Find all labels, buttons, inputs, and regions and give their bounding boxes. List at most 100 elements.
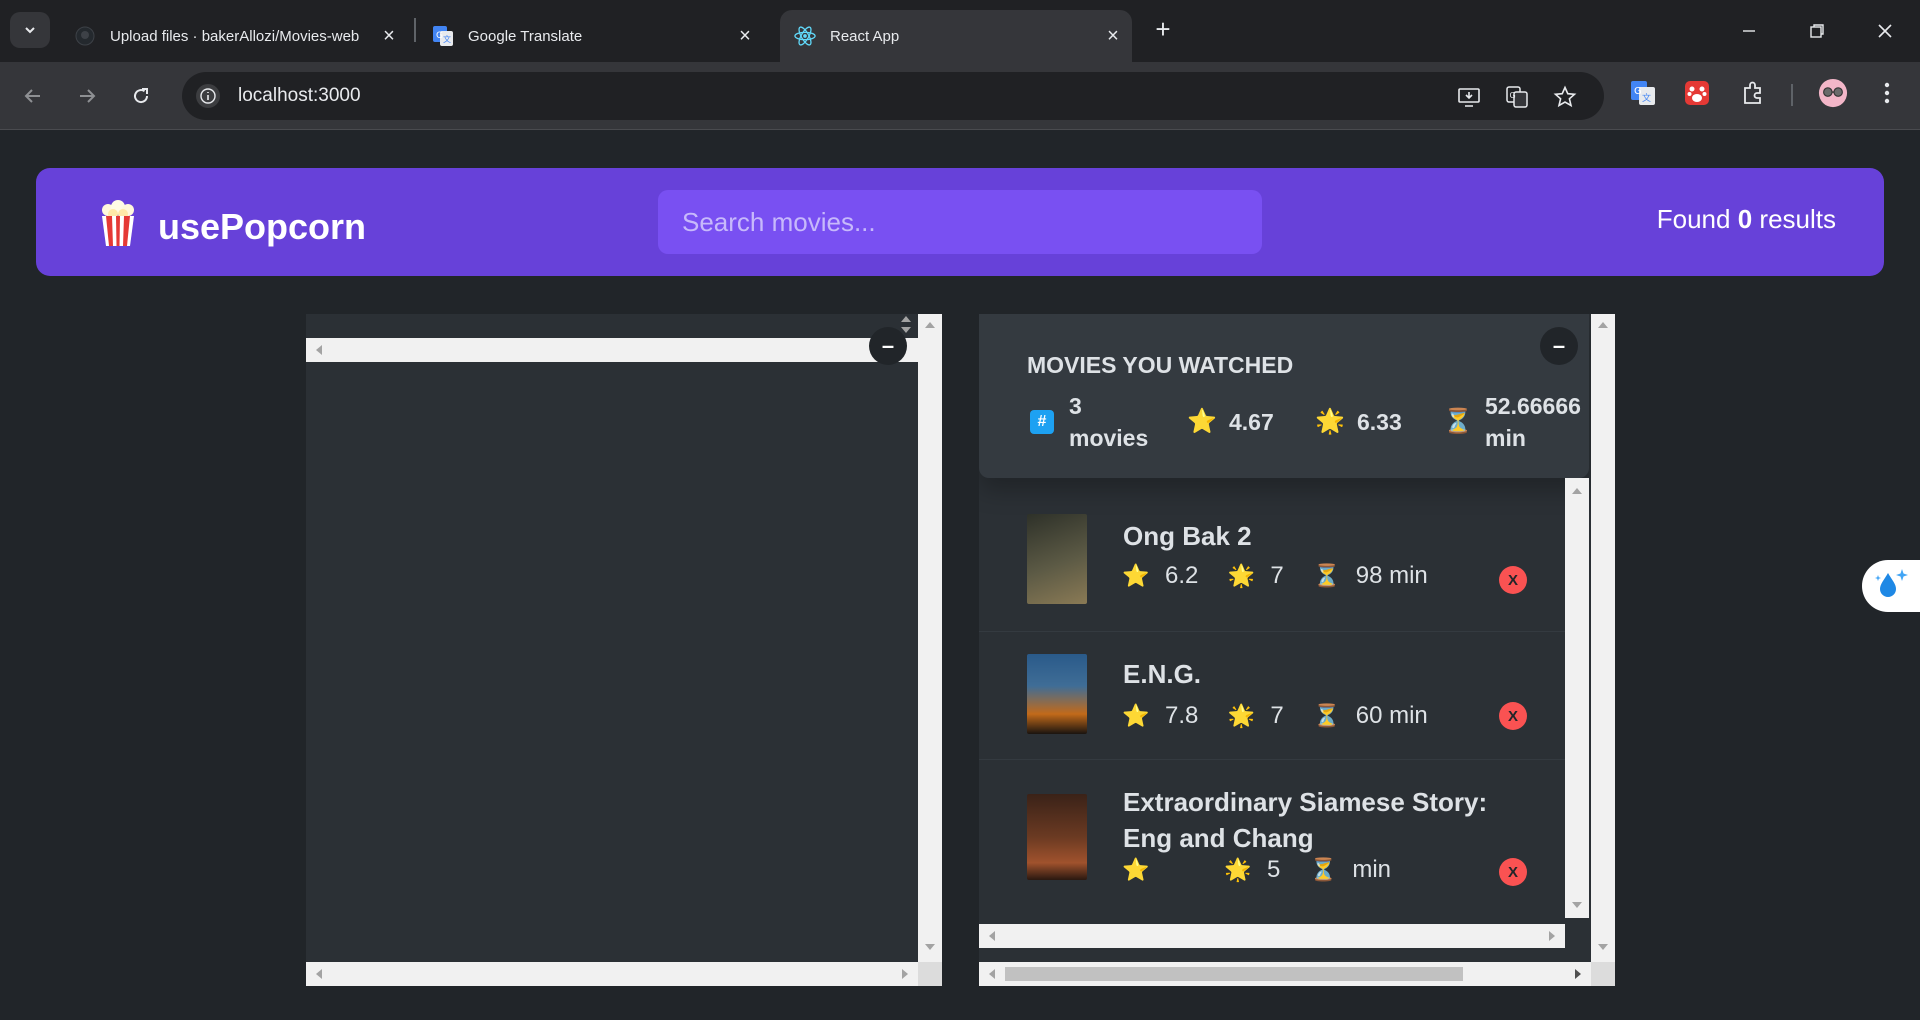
scroll-right-icon[interactable]: [1549, 931, 1555, 941]
movie-runtime: ⏳ 98 min: [1313, 562, 1428, 590]
summary-imdb-rating: ⭐ 4.67: [1187, 406, 1274, 438]
summary-user-rating: 🌟 6.33: [1315, 406, 1402, 438]
avg-runtime: 52.66666: [1485, 393, 1581, 419]
avg-user-rating: 6.33: [1357, 409, 1402, 435]
scrollbar-corner: [918, 962, 942, 986]
horizontal-scrollbar[interactable]: [979, 962, 1591, 986]
scroll-up-icon[interactable]: [901, 316, 911, 322]
tab-title: Google Translate: [468, 27, 583, 45]
sun-icon: 🌟: [1315, 408, 1345, 435]
scrollbar-corner: [1591, 962, 1615, 986]
toggle-collapse-button[interactable]: –: [1540, 327, 1578, 365]
svg-text:文: 文: [1642, 92, 1651, 104]
movie-user-rating: 🌟 7: [1228, 562, 1284, 590]
results-prefix: Found: [1656, 204, 1731, 234]
search-results-box[interactable]: –: [306, 314, 942, 986]
close-icon[interactable]: ×: [734, 25, 756, 47]
tab-upload-files[interactable]: Upload files · bakerAllozi/Movies-web ×: [72, 10, 408, 62]
scroll-left-icon[interactable]: [989, 931, 995, 941]
vertical-scrollbar[interactable]: [1591, 314, 1615, 962]
scroll-right-icon[interactable]: [902, 969, 908, 979]
user-rating-value: 7: [1270, 702, 1284, 729]
scroll-down-icon[interactable]: [925, 944, 935, 950]
paw-extension-icon[interactable]: [1682, 78, 1712, 108]
profile-avatar-icon[interactable]: [1818, 78, 1848, 108]
watched-summary: MOVIES YOU WATCHED # 3 movies ⭐ 4.67 🌟 6…: [979, 314, 1589, 478]
scroll-left-icon[interactable]: [316, 969, 322, 979]
runtime-unit: min: [1485, 425, 1526, 451]
extensions-puzzle-icon[interactable]: [1738, 78, 1768, 108]
tab-react-app[interactable]: React App ×: [780, 10, 1132, 62]
new-tab-button[interactable]: +: [1148, 14, 1178, 44]
movie-imdb-rating: ⭐ 6.2: [1122, 562, 1198, 590]
bookmark-star-icon[interactable]: [1552, 84, 1578, 110]
horizontal-scrollbar[interactable]: [306, 962, 918, 986]
imdb-rating-value: 7.8: [1165, 702, 1199, 729]
scroll-up-icon[interactable]: [925, 322, 935, 328]
movie-user-rating: 🌟 5: [1224, 856, 1281, 884]
star-icon: ⭐: [1187, 408, 1217, 435]
watched-box[interactable]: MOVIES YOU WATCHED # 3 movies ⭐ 4.67 🌟 6…: [979, 314, 1615, 986]
tab-google-translate[interactable]: G文 Google Translate ×: [432, 10, 764, 62]
scroll-right-icon[interactable]: [1575, 969, 1581, 979]
horizontal-scrollbar[interactable]: [306, 338, 918, 362]
reload-icon[interactable]: [124, 79, 158, 113]
close-window-icon[interactable]: [1870, 16, 1900, 46]
scroll-down-icon[interactable]: [1598, 944, 1608, 950]
translate-page-icon[interactable]: G: [1504, 84, 1530, 110]
movie-imdb-rating: ⭐ 7.8: [1122, 702, 1199, 730]
scrollbar-thumb[interactable]: [1005, 967, 1463, 981]
scroll-left-icon[interactable]: [316, 345, 322, 355]
hourglass-icon: ⏳: [1443, 408, 1473, 435]
address-bar[interactable]: localhost:3000 G: [182, 72, 1604, 120]
scroll-up-icon[interactable]: [1572, 488, 1582, 494]
movie-poster: [1027, 514, 1087, 604]
close-icon[interactable]: ×: [378, 25, 400, 47]
search-input[interactable]: [658, 190, 1262, 254]
svg-text:G: G: [1510, 91, 1516, 100]
movies-count-label: movies: [1069, 425, 1149, 451]
watched-list: Ong Bak 2 ⭐ 6.2 🌟 7 ⏳ 98 min X E.N.G. ⭐ 7.8 …: [979, 478, 1565, 918]
svg-text:G: G: [436, 31, 443, 41]
movie-stats: ⭐ 6.2 🌟 7 ⏳ 98 min: [1122, 562, 1458, 590]
tab-search-button[interactable]: [10, 12, 50, 48]
movie-title: Ong Bak 2: [1123, 521, 1252, 551]
more-menu-icon[interactable]: [1872, 78, 1902, 108]
summary-heading: MOVIES YOU WATCHED: [1027, 352, 1294, 378]
water-drop-sparkle-icon: [1874, 567, 1910, 606]
site-info-icon[interactable]: [196, 84, 220, 108]
list-item[interactable]: Extraordinary Siamese Story: Eng and Cha…: [979, 760, 1565, 918]
delete-movie-button[interactable]: X: [1499, 702, 1527, 730]
toggle-collapse-button[interactable]: –: [869, 327, 907, 365]
scroll-down-icon[interactable]: [901, 327, 911, 333]
close-icon[interactable]: ×: [1102, 25, 1124, 47]
delete-movie-button[interactable]: X: [1499, 566, 1527, 594]
delete-movie-button[interactable]: X: [1499, 858, 1527, 886]
results-count: Found 0 results: [1657, 204, 1836, 235]
chevron-down-icon: [25, 27, 35, 34]
floating-extension-button[interactable]: [1862, 560, 1920, 612]
user-rating-value: 7: [1270, 562, 1284, 589]
list-vertical-scrollbar[interactable]: [1565, 478, 1589, 918]
google-translate-icon: G文: [432, 25, 454, 47]
svg-text:G: G: [1634, 86, 1642, 97]
movie-title: Extraordinary Siamese Story: Eng and Cha…: [1123, 787, 1488, 853]
scroll-down-icon[interactable]: [1572, 902, 1582, 908]
install-app-icon[interactable]: [1456, 84, 1482, 110]
list-item[interactable]: E.N.G. ⭐ 7.8 🌟 7 ⏳ 60 min X: [979, 632, 1565, 760]
user-rating-value: 5: [1267, 856, 1281, 883]
back-icon[interactable]: [16, 79, 50, 113]
vertical-scrollbar[interactable]: [918, 314, 942, 962]
react-icon: [794, 25, 816, 47]
list-horizontal-scrollbar[interactable]: [979, 924, 1565, 948]
restore-icon[interactable]: [1802, 16, 1832, 46]
google-translate-extension-icon[interactable]: G文: [1628, 78, 1658, 108]
scroll-up-icon[interactable]: [1598, 322, 1608, 328]
hourglass-icon: ⏳: [1313, 703, 1341, 728]
movie-runtime: ⏳ min: [1310, 856, 1391, 884]
forward-icon[interactable]: [70, 79, 104, 113]
list-item[interactable]: Ong Bak 2 ⭐ 6.2 🌟 7 ⏳ 98 min X: [979, 478, 1565, 632]
minimize-icon[interactable]: [1734, 16, 1764, 46]
sun-icon: 🌟: [1224, 857, 1252, 882]
scroll-left-icon[interactable]: [989, 969, 995, 979]
